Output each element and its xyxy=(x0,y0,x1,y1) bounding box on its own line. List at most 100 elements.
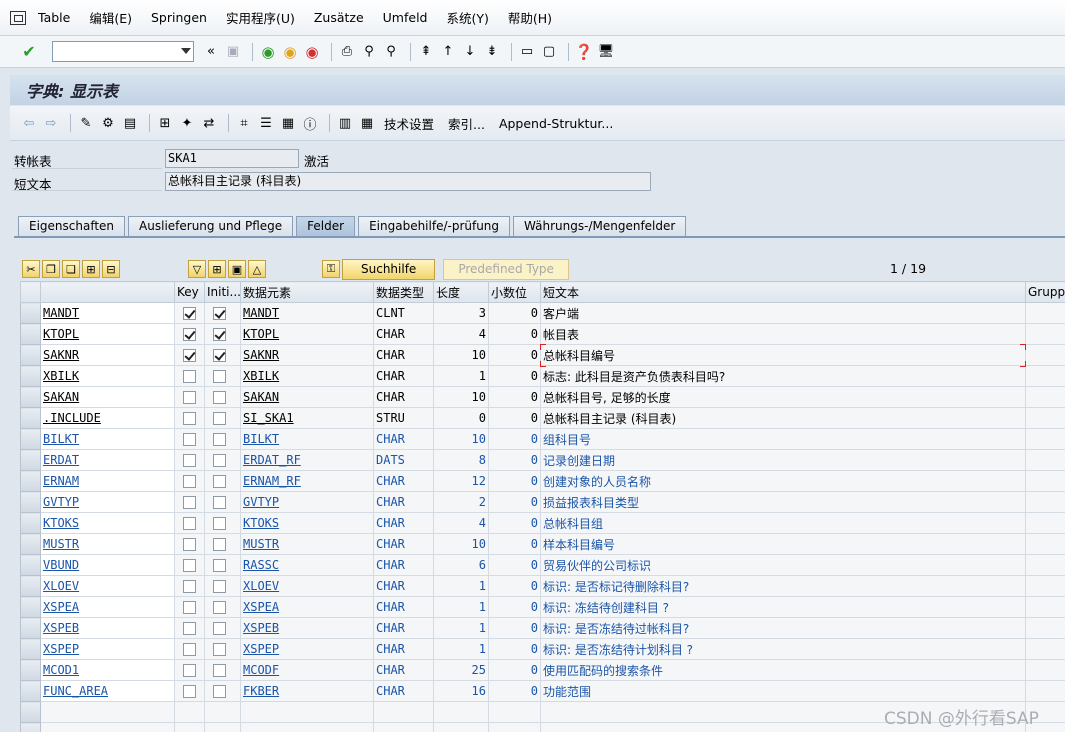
field-name[interactable]: KTOPL xyxy=(43,327,79,341)
save-icon[interactable]: ▣ xyxy=(224,43,242,61)
row-selector[interactable] xyxy=(20,386,41,408)
align-icon[interactable]: ☰ xyxy=(257,114,275,132)
new-session-icon[interactable]: ▭ xyxy=(518,43,536,61)
menu-goto[interactable]: Springen xyxy=(151,10,207,25)
first-page-icon[interactable]: ⇞ xyxy=(417,43,435,61)
field-name[interactable]: SAKAN xyxy=(43,390,79,404)
check-icon[interactable]: ▤ xyxy=(121,114,139,132)
magic-wand-icon[interactable]: ✦ xyxy=(178,114,196,132)
init-checkbox[interactable] xyxy=(213,370,226,383)
field-name-cell[interactable]: .INCLUDE xyxy=(40,407,175,429)
key-checkbox[interactable] xyxy=(183,454,196,467)
field-name-cell[interactable]: MUSTR xyxy=(40,533,175,555)
key-checkbox[interactable] xyxy=(183,370,196,383)
field-name-cell[interactable]: ERNAM xyxy=(40,470,175,492)
short-text-cell[interactable]: 标识: 是否标记待删除科目? xyxy=(540,575,1026,597)
chevron-down-icon[interactable] xyxy=(181,48,191,54)
empty-cell[interactable] xyxy=(40,701,175,723)
data-element[interactable]: XSPEP xyxy=(243,642,279,656)
row-selector[interactable] xyxy=(20,407,41,429)
field-name[interactable]: XSPEA xyxy=(43,600,79,614)
info-icon[interactable]: ⓘ xyxy=(301,114,319,133)
append-structure-button[interactable]: Append-Struktur... xyxy=(499,116,613,131)
key-checkbox[interactable] xyxy=(183,685,196,698)
row-selector[interactable] xyxy=(20,344,41,366)
data-element-cell[interactable]: ERDAT_RF xyxy=(240,449,374,471)
data-element[interactable]: ERDAT_RF xyxy=(243,453,301,467)
print-icon[interactable]: ⎙ xyxy=(338,43,356,61)
row-selector[interactable] xyxy=(20,491,41,513)
data-element[interactable]: RASSC xyxy=(243,558,279,572)
data-element-cell[interactable]: RASSC xyxy=(240,554,374,576)
key-checkbox[interactable] xyxy=(183,391,196,404)
key-checkbox[interactable] xyxy=(183,349,196,362)
row-selector[interactable] xyxy=(20,512,41,534)
empty-cell[interactable] xyxy=(488,722,541,732)
short-text-cell[interactable]: 功能范围 xyxy=(540,680,1026,702)
short-text-cell[interactable]: 总帐科目组 xyxy=(540,512,1026,534)
short-text-cell[interactable]: 使用匹配码的搜索条件 xyxy=(540,659,1026,681)
row-selector[interactable] xyxy=(20,596,41,618)
menu-environment[interactable]: Umfeld xyxy=(383,10,428,25)
col-decimals[interactable]: 小数位 xyxy=(488,281,541,303)
row-selector[interactable] xyxy=(20,428,41,450)
init-checkbox[interactable] xyxy=(213,307,226,320)
table-name-field[interactable]: SKA1 xyxy=(165,149,299,168)
field-name-cell[interactable]: XBILK xyxy=(40,365,175,387)
data-element-cell[interactable]: SI_SKA1 xyxy=(240,407,374,429)
init-checkbox[interactable] xyxy=(213,475,226,488)
scroll-down-icon[interactable]: ▽ xyxy=(188,260,206,278)
short-text-cell[interactable]: 创建对象的人员名称 xyxy=(540,470,1026,492)
row-selector[interactable] xyxy=(20,365,41,387)
col-initial[interactable]: Initi... xyxy=(204,281,241,303)
empty-cell[interactable] xyxy=(204,701,241,723)
empty-cell[interactable] xyxy=(373,722,434,732)
data-element[interactable]: SAKAN xyxy=(243,390,279,404)
data-element-cell[interactable]: MANDT xyxy=(240,302,374,324)
system-menu-icon[interactable] xyxy=(10,10,26,25)
col-data-element[interactable]: 数据元素 xyxy=(240,281,374,303)
empty-cell[interactable] xyxy=(488,701,541,723)
field-name[interactable]: VBUND xyxy=(43,558,79,572)
menu-table[interactable]: Table xyxy=(38,10,70,25)
short-text-cell[interactable]: 样本科目编号 xyxy=(540,533,1026,555)
short-text-cell[interactable]: 标识: 冻结待创建科目 ? xyxy=(540,596,1026,618)
copy-icon[interactable]: ❐ xyxy=(42,260,60,278)
key-checkbox[interactable] xyxy=(183,307,196,320)
next-page-icon[interactable]: ↓ xyxy=(461,43,479,61)
key-checkbox[interactable] xyxy=(183,475,196,488)
table-icon[interactable]: ▦ xyxy=(279,114,297,132)
field-name[interactable]: MUSTR xyxy=(43,537,79,551)
short-text-cell[interactable]: 总帐科目号, 足够的长度 xyxy=(540,386,1026,408)
hierarchy-icon[interactable]: ⌗ xyxy=(235,114,253,132)
data-element-cell[interactable]: ERNAM_RF xyxy=(240,470,374,492)
row-selector[interactable] xyxy=(20,701,41,723)
data-element-cell[interactable]: XSPEP xyxy=(240,638,374,660)
field-name[interactable]: ERNAM xyxy=(43,474,79,488)
menu-extras[interactable]: Zusätze xyxy=(314,10,364,25)
empty-cell[interactable] xyxy=(433,701,489,723)
field-name[interactable]: XLOEV xyxy=(43,579,79,593)
key-checkbox[interactable] xyxy=(183,412,196,425)
data-element-cell[interactable]: XSPEB xyxy=(240,617,374,639)
key-checkbox[interactable] xyxy=(183,328,196,341)
menu-edit[interactable]: 编辑(E) xyxy=(89,8,132,27)
tab-delivery-maintenance[interactable]: Auslieferung und Pflege xyxy=(128,216,294,236)
data-element-cell[interactable]: XBILK xyxy=(240,365,374,387)
key-checkbox[interactable] xyxy=(183,559,196,572)
delete-row-icon[interactable]: ⊟ xyxy=(102,260,120,278)
field-name[interactable]: MCOD1 xyxy=(43,663,79,677)
field-name[interactable]: GVTYP xyxy=(43,495,79,509)
init-checkbox[interactable] xyxy=(213,601,226,614)
expand-icon[interactable]: ⊞ xyxy=(208,260,226,278)
key-checkbox[interactable] xyxy=(183,496,196,509)
key-checkbox[interactable] xyxy=(183,580,196,593)
init-checkbox[interactable] xyxy=(213,580,226,593)
menu-system[interactable]: 系统(Y) xyxy=(446,8,488,27)
init-checkbox[interactable] xyxy=(213,685,226,698)
init-checkbox[interactable] xyxy=(213,412,226,425)
data-element[interactable]: MUSTR xyxy=(243,537,279,551)
field-name-cell[interactable]: XSPEA xyxy=(40,596,175,618)
row-selector[interactable] xyxy=(20,554,41,576)
data-element[interactable]: XSPEB xyxy=(243,621,279,635)
